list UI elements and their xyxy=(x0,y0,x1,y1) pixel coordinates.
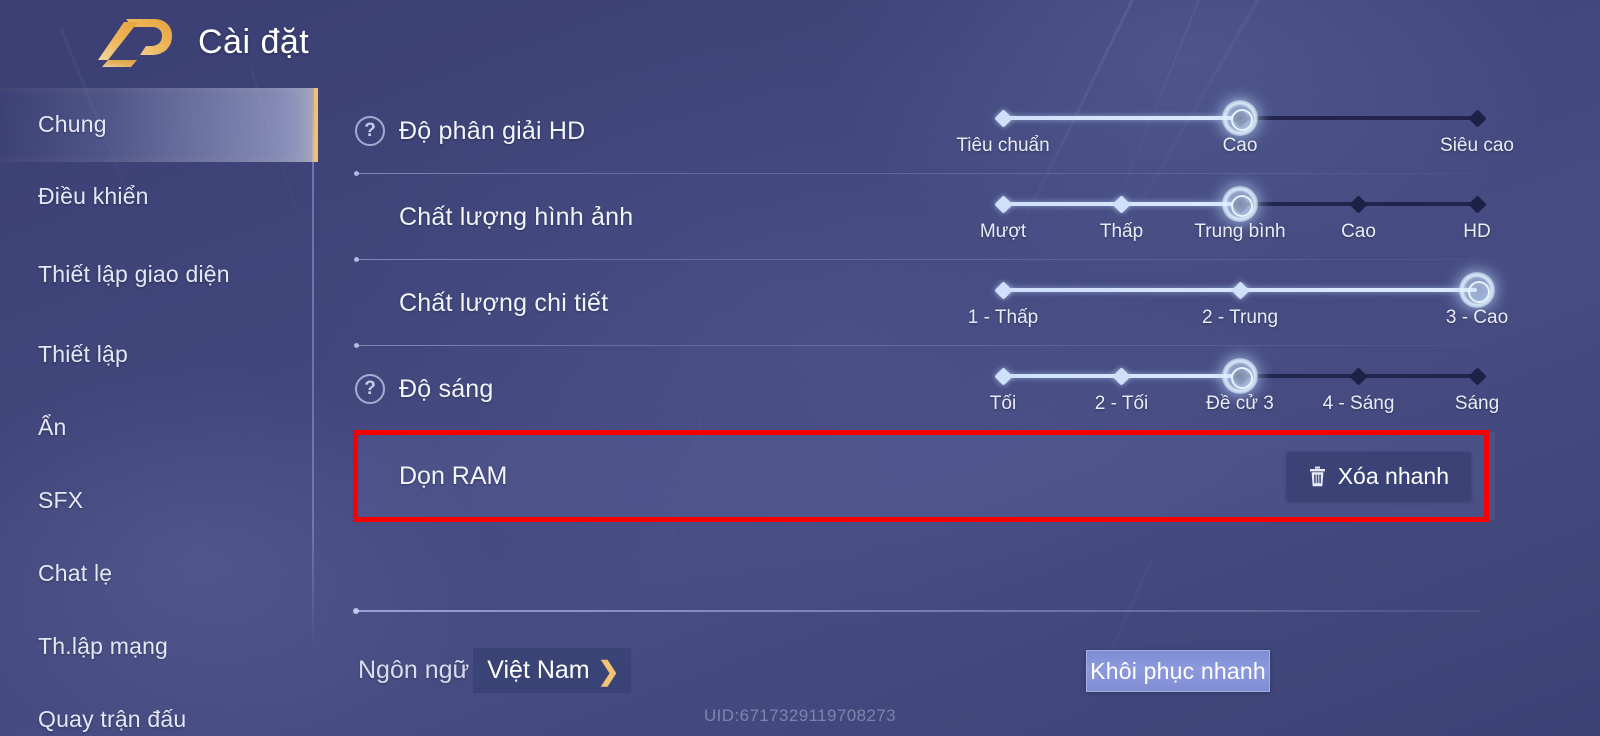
sidebar-item-thiet-lap[interactable]: Thiết lập xyxy=(0,318,318,391)
slider-tick-label: 2 - Trung xyxy=(1201,307,1279,328)
sidebar-item-label: Ẩn xyxy=(38,413,67,440)
language-value: Việt Nam xyxy=(487,656,590,684)
question-mark-icon[interactable]: ? xyxy=(355,374,385,404)
slider-track[interactable] xyxy=(993,186,1487,222)
slider-tick[interactable] xyxy=(1230,280,1250,300)
slider-tick[interactable] xyxy=(1349,366,1368,386)
setting-label: Độ sáng xyxy=(399,374,494,403)
slider-handle[interactable] xyxy=(1222,358,1258,394)
slider-tick[interactable] xyxy=(993,108,1013,128)
uid-text: UID:6717329119708273 xyxy=(703,706,896,725)
row-label-group: ? Độ sáng xyxy=(355,374,955,404)
footer-divider xyxy=(353,608,1480,614)
slider-track[interactable] xyxy=(993,272,1495,308)
slider-tick-label: Siêu cao xyxy=(1440,135,1514,156)
sidebar-item-sfx[interactable]: SFX xyxy=(0,464,318,537)
slider-tick[interactable] xyxy=(1467,108,1487,128)
slider-tick-label: 3 - Cao xyxy=(1445,307,1509,328)
restore-defaults-button[interactable]: Khôi phục nhanh xyxy=(1086,650,1270,692)
sidebar-item-dieu-khien[interactable]: Điều khiển xyxy=(0,162,318,232)
slider-tick[interactable] xyxy=(993,194,1013,214)
slider-track[interactable] xyxy=(993,358,1487,394)
slider-tick-labels: Tiêu chuẩn Cao Siêu cao xyxy=(956,135,1514,161)
clear-ram-button[interactable]: Xóa nhanh xyxy=(1286,451,1471,501)
sidebar-item-label: Chat lẹ xyxy=(38,559,113,586)
slider-do-sang[interactable]: Tối 2 - Tối Đề cử 3 4 - Sáng Sáng xyxy=(990,358,1499,419)
page-title: Cài đặt xyxy=(198,22,310,61)
sidebar-item-label: Chung xyxy=(38,111,107,138)
slider-handle[interactable] xyxy=(1222,186,1258,222)
sidebar-item-label: SFX xyxy=(38,486,84,513)
slider-tick[interactable] xyxy=(1467,366,1487,386)
clear-ram-button-label: Xóa nhanh xyxy=(1337,462,1449,489)
slider-do-phan-giai-hd[interactable]: Tiêu chuẩn Cao Siêu cao xyxy=(956,100,1514,161)
settings-list: ? Độ phân giải HD Tiêu chuẩn Cao Siêu ca… xyxy=(353,88,1514,736)
row-label-group: ? Độ phân giải HD xyxy=(355,116,955,146)
slider-tick-labels: Mượt Thấp Trung bình Cao HD xyxy=(980,221,1491,247)
slider-tick[interactable] xyxy=(1112,194,1131,214)
slider-tick-label: Tiêu chuẩn xyxy=(956,135,1050,156)
sidebar-item-label: Thiết lập xyxy=(38,340,129,367)
slider-tick-label: Cao xyxy=(1222,135,1258,156)
language-selector-button[interactable]: Việt Nam ❯ xyxy=(473,648,632,693)
slider-tick-label: Sáng xyxy=(1454,393,1500,414)
slider-chat-luong-chi-tiet[interactable]: 1 - Thấp 2 - Trung 3 - Cao xyxy=(968,272,1508,333)
slider-tick[interactable] xyxy=(1112,366,1131,386)
setting-label: Độ phân giải HD xyxy=(399,116,586,145)
trash-icon xyxy=(1309,466,1326,487)
sidebar: Chung Điều khiển Thiết lập giao diện Thi… xyxy=(0,88,318,736)
slider-tick-label: Đề cử 3 xyxy=(1206,393,1274,414)
question-mark-icon[interactable]: ? xyxy=(355,116,385,146)
sidebar-item-label: Thiết lập giao diện xyxy=(38,261,230,288)
slider-tick[interactable] xyxy=(993,366,1013,386)
slider-tick-label: 4 - Sáng xyxy=(1322,393,1395,414)
row-label-group: Chất lượng chi tiết xyxy=(355,289,955,318)
setting-row-chat-luong-chi-tiet: Chất lượng chi tiết 1 - Thấp 2 - Trung 3… xyxy=(354,260,1508,348)
setting-row-do-sang: ? Độ sáng Tối 2 - Tối Đề cử 3 4 - Sáng S… xyxy=(355,346,1499,432)
arena-of-valor-logo-icon xyxy=(96,16,174,68)
slider-tick[interactable] xyxy=(993,280,1013,300)
slider-tick-label: 2 - Tối xyxy=(1094,393,1149,414)
sidebar-item-thiet-lap-giao-dien[interactable]: Thiết lập giao diện xyxy=(0,232,318,318)
slider-tick-label: 1 - Thấp xyxy=(967,307,1039,328)
slider-tick-labels: 1 - Thấp 2 - Trung 3 - Cao xyxy=(968,307,1508,333)
sidebar-item-chat-le[interactable]: Chat lẹ xyxy=(0,537,318,610)
slider-tick-label: HD xyxy=(1463,221,1491,242)
sidebar-item-an[interactable]: Ẩn xyxy=(0,391,318,464)
setting-label: Chất lượng chi tiết xyxy=(399,288,609,317)
sidebar-item-label: Th.lập mạng xyxy=(38,632,169,659)
slider-tick-label: Tối xyxy=(989,393,1017,414)
sidebar-item-th-lap-mang[interactable]: Th.lập mạng xyxy=(0,610,318,683)
header: Cài đặt xyxy=(0,0,1600,84)
slider-tick-label: Mượt xyxy=(979,221,1027,242)
slider-tick[interactable] xyxy=(1467,194,1487,214)
chevron-right-icon: ❯ xyxy=(597,655,620,686)
sidebar-item-chung[interactable]: Chung xyxy=(0,88,318,162)
row-label-group: Chất lượng hình ảnh xyxy=(355,203,955,232)
slider-handle[interactable] xyxy=(1222,100,1258,136)
slider-track-fill xyxy=(1003,116,1240,120)
setting-row-don-ram: Dọn RAM Xóa nhanh xyxy=(353,430,1495,522)
settings-screen: Cài đặt Chung Điều khiển Thiết lập giao … xyxy=(0,0,1600,736)
slider-tick[interactable] xyxy=(1349,194,1368,214)
slider-tick-label: Trung bình xyxy=(1194,221,1286,242)
language-label: Ngôn ngữ xyxy=(358,656,470,684)
slider-chat-luong-hinh-anh[interactable]: Mượt Thấp Trung bình Cao HD xyxy=(980,186,1491,247)
slider-tick-label: Cao xyxy=(1341,221,1376,242)
slider-tick-labels: Tối 2 - Tối Đề cử 3 4 - Sáng Sáng xyxy=(990,393,1499,419)
restore-defaults-label: Khôi phục nhanh xyxy=(1090,657,1266,684)
setting-label: Chất lượng hình ảnh xyxy=(399,202,634,231)
slider-track[interactable] xyxy=(993,100,1487,136)
language-setting: Ngôn ngữ Việt Nam ❯ xyxy=(358,648,632,693)
slider-handle[interactable] xyxy=(1459,272,1495,308)
slider-tick-label: Thấp xyxy=(1099,221,1144,242)
sidebar-item-label: Điều khiển xyxy=(38,183,149,210)
setting-label: Dọn RAM xyxy=(399,461,508,490)
setting-row-chat-luong-hinh-anh: Chất lượng hình ảnh Mượt Thấp Trung bình xyxy=(354,174,1495,262)
setting-row-do-phan-giai-hd: ? Độ phân giải HD Tiêu chuẩn Cao Siêu ca… xyxy=(354,88,1514,176)
